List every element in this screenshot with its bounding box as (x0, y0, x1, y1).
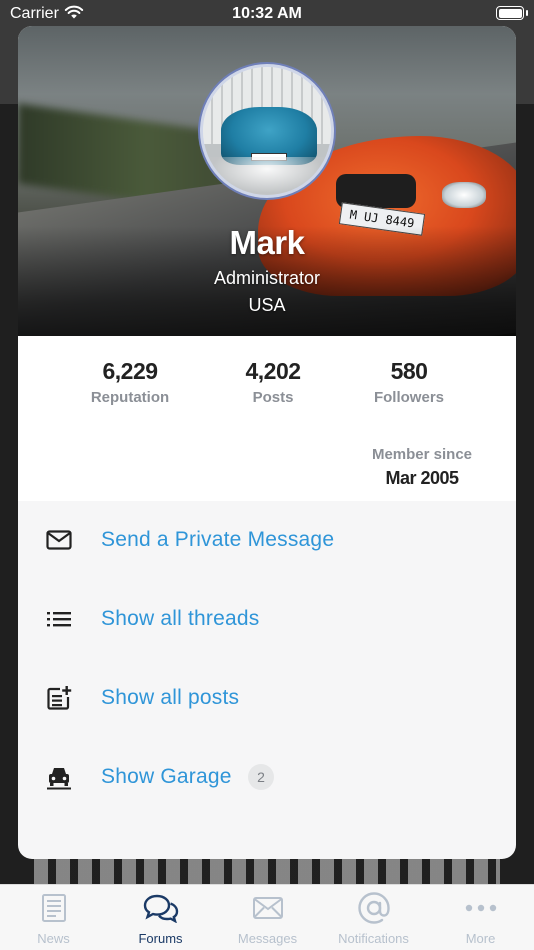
profile-country: USA (248, 295, 286, 315)
news-icon (0, 891, 107, 925)
battery-tip (526, 10, 528, 16)
status-bar: Carrier 10:32 AM (0, 0, 534, 28)
avatar[interactable] (200, 64, 334, 198)
stat-value: 580 (390, 358, 428, 384)
post-add-icon (44, 683, 74, 713)
member-since-value: Mar 2005 (385, 468, 459, 488)
stat-followers: 580 Followers (339, 358, 479, 406)
member-since-label: Member since (371, 446, 473, 463)
more-icon (427, 891, 534, 925)
garage-count-badge: 2 (248, 764, 274, 790)
clock: 10:32 AM (232, 5, 302, 22)
stat-reputation: 6,229 Reputation (60, 358, 200, 406)
profile-role: Administrator (213, 268, 321, 288)
stat-value: 6,229 (102, 358, 158, 384)
stat-label: Followers (373, 389, 444, 406)
stat-posts: 4,202 Posts (203, 358, 343, 406)
show-garage-label: Show Garage (101, 765, 232, 788)
tab-bar: News Forums Messages Notifications More (0, 884, 534, 950)
messages-icon (214, 891, 321, 925)
send-private-message-button[interactable]: Send a Private Message (18, 510, 516, 570)
background-banner (34, 858, 500, 886)
send-private-message-label: Send a Private Message (101, 528, 335, 551)
tab-messages-label: Messages (237, 931, 298, 946)
show-garage-button[interactable]: Show Garage 2 (18, 747, 516, 807)
battery-icon (496, 6, 524, 20)
tab-more[interactable]: More (427, 885, 534, 950)
tab-forums[interactable]: Forums (107, 885, 214, 950)
envelope-icon (44, 525, 74, 555)
forums-icon (107, 891, 214, 925)
stat-label: Reputation (90, 389, 170, 406)
tab-notifications-label: Notifications (338, 931, 409, 946)
cover-image: M UJ 8449 Mark Administrator USA (18, 26, 516, 336)
car-icon (44, 762, 74, 792)
list-icon (44, 604, 74, 634)
tab-notifications[interactable]: Notifications (320, 885, 427, 950)
tab-news[interactable]: News (0, 885, 107, 950)
show-all-posts-button[interactable]: Show all posts (18, 668, 516, 728)
tab-more-label: More (465, 931, 496, 946)
tab-forums-label: Forums (138, 931, 183, 946)
stat-value: 4,202 (245, 358, 301, 384)
member-since: Member since Mar 2005 (352, 446, 492, 489)
at-icon (320, 891, 427, 925)
show-all-threads-button[interactable]: Show all threads (18, 589, 516, 649)
tab-messages[interactable]: Messages (214, 885, 321, 950)
stat-label: Posts (252, 389, 294, 406)
show-all-threads-label: Show all threads (101, 607, 260, 630)
show-all-posts-label: Show all posts (101, 686, 240, 709)
profile-card: M UJ 8449 Mark Administrator USA 6,229 R… (18, 26, 516, 859)
profile-name: Mark (229, 224, 305, 261)
tab-news-label: News (37, 931, 70, 946)
stats-panel: 6,229 Reputation 4,202 Posts 580 Followe… (18, 336, 516, 501)
